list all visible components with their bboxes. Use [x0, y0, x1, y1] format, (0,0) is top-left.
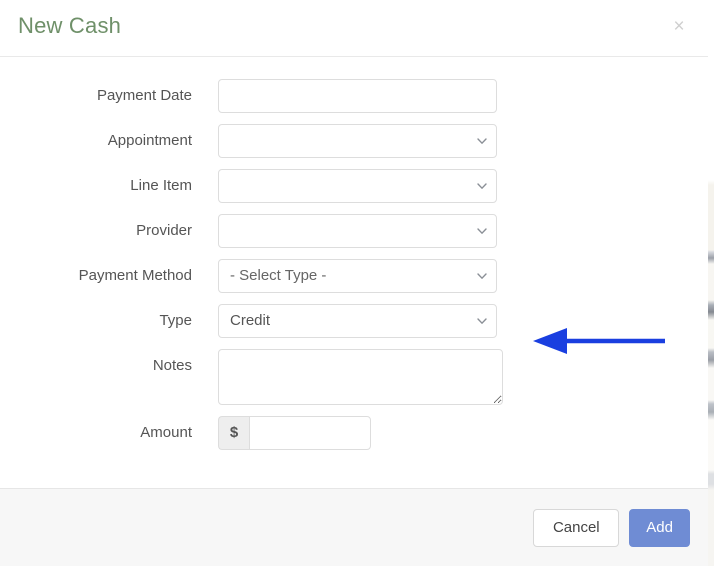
field-wrap-payment-method: - Select Type -	[218, 259, 497, 293]
currency-symbol-addon: $	[218, 416, 249, 450]
label-appointment: Appointment	[107, 132, 192, 149]
label-payment-method: Payment Method	[78, 267, 192, 284]
chevron-down-icon	[477, 183, 487, 192]
form-row-provider: Provider	[0, 214, 708, 248]
label-line-item: Line Item	[130, 177, 192, 194]
field-wrap-notes	[218, 349, 503, 405]
background-page-edge	[708, 0, 714, 566]
appointment-select[interactable]	[218, 124, 497, 158]
type-select[interactable]: Credit	[218, 304, 497, 338]
chevron-down-icon	[477, 318, 487, 327]
form-row-payment-date: Payment Date	[0, 79, 708, 113]
chevron-down-icon	[477, 228, 487, 237]
modal-footer: Cancel Add	[0, 488, 708, 566]
new-cash-modal: New Cash × Payment Date Appointment Line…	[0, 0, 708, 566]
type-select-value: Credit	[230, 312, 271, 329]
add-button[interactable]: Add	[629, 508, 690, 547]
field-wrap-type: Credit	[218, 304, 497, 338]
amount-input-group: $	[218, 416, 371, 450]
label-notes: Notes	[152, 357, 192, 374]
field-wrap-provider	[218, 214, 497, 248]
field-wrap-line-item	[218, 169, 497, 203]
label-amount: Amount	[140, 424, 192, 441]
form-row-appointment: Appointment	[0, 124, 708, 158]
modal-body: Payment Date Appointment Line Item Provi…	[0, 57, 708, 488]
payment-method-select-value: - Select Type -	[230, 267, 327, 284]
line-item-select[interactable]	[218, 169, 497, 203]
payment-method-select[interactable]: - Select Type -	[218, 259, 497, 293]
label-provider: Provider	[136, 222, 192, 239]
label-payment-date: Payment Date	[96, 87, 192, 104]
payment-date-input[interactable]	[218, 79, 497, 113]
form-row-line-item: Line Item	[0, 169, 708, 203]
form-row-payment-method: Payment Method - Select Type -	[0, 259, 708, 293]
chevron-down-icon	[477, 138, 487, 147]
field-wrap-payment-date	[218, 79, 497, 113]
modal-header: New Cash ×	[0, 0, 708, 57]
field-wrap-amount: $	[218, 416, 371, 450]
amount-input[interactable]	[249, 416, 371, 450]
cancel-button[interactable]: Cancel	[533, 508, 620, 547]
field-wrap-appointment	[218, 124, 497, 158]
provider-select[interactable]	[218, 214, 497, 248]
label-type: Type	[159, 312, 192, 329]
notes-textarea[interactable]	[218, 349, 503, 405]
form-row-amount: Amount $	[0, 416, 708, 450]
form-row-type: Type Credit	[0, 304, 708, 338]
page-title: New Cash	[18, 13, 122, 38]
chevron-down-icon	[477, 273, 487, 282]
close-icon[interactable]: ×	[668, 16, 690, 38]
form-row-notes: Notes	[0, 349, 708, 405]
